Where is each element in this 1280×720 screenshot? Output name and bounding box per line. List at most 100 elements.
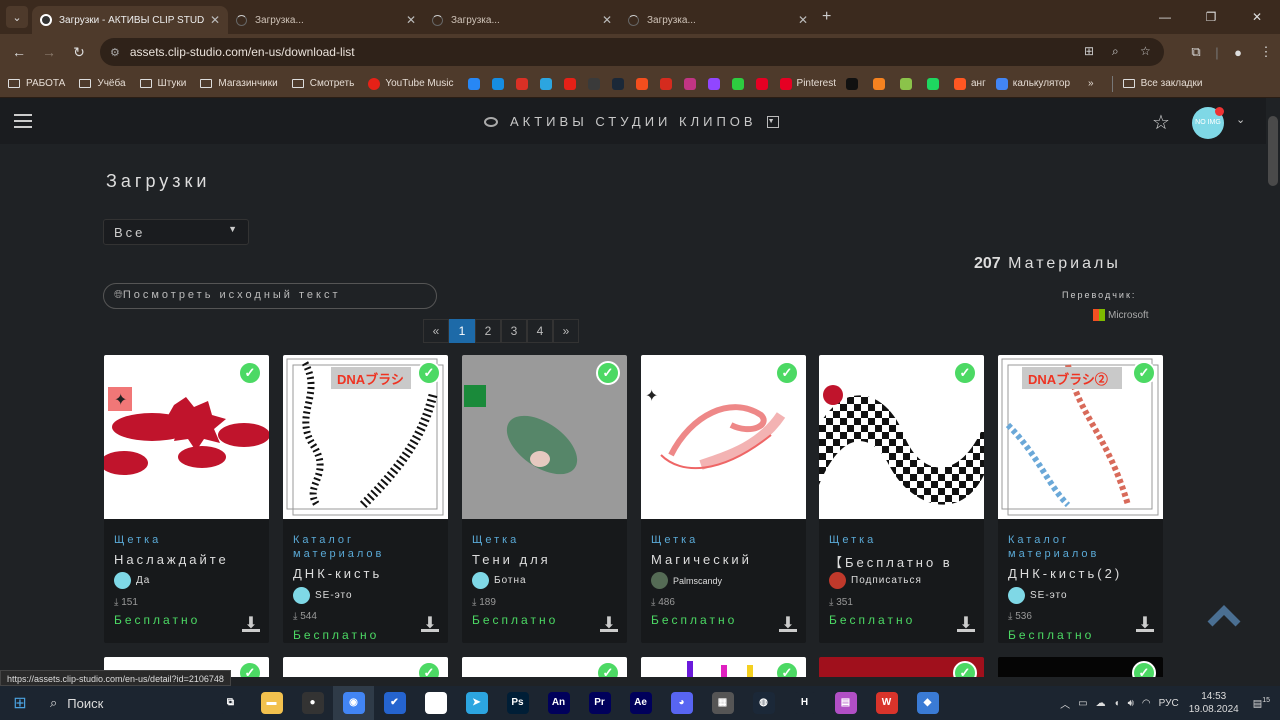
bookmark-star-icon[interactable]: ☆ <box>1140 44 1151 58</box>
steam-icon[interactable]: ◍ <box>743 686 784 720</box>
app-icon[interactable]: ◆ <box>907 686 948 720</box>
close-tab-icon[interactable]: ✕ <box>406 13 416 27</box>
close-tab-icon[interactable]: ✕ <box>798 13 808 27</box>
card-author[interactable]: SE-это <box>293 587 353 604</box>
card-author[interactable]: Palmscandy <box>651 572 722 589</box>
download-icon[interactable]: ⬇ <box>599 613 619 633</box>
material-card-partial[interactable]: ✓ <box>819 657 984 677</box>
windows-start-icon[interactable]: ⊞ <box>0 693 40 713</box>
zoom-icon[interactable]: ⌕ <box>1112 44 1119 59</box>
address-bar[interactable]: ⚙ assets.clip-studio.com/en-us/download-… <box>100 38 1164 66</box>
card-title[interactable]: Тени для <box>472 552 622 567</box>
film-icon[interactable]: ▦ <box>702 686 743 720</box>
material-card[interactable]: ✓ Щетка Тени для Ботна ⤓ 189 Бесплатно ⬇ <box>462 355 627 643</box>
app-icon[interactable] <box>731 77 744 90</box>
maximize-button[interactable]: ❐ <box>1188 0 1234 34</box>
download-icon[interactable]: ⬇ <box>956 613 976 633</box>
volume-icon[interactable]: 🔊︎ <box>1128 698 1134 709</box>
minimize-button[interactable]: — <box>1142 0 1188 34</box>
material-card-partial[interactable]: ✓ <box>641 657 806 677</box>
language-indicator[interactable]: РУС <box>1159 698 1179 709</box>
tab-search-button[interactable]: ⌄ <box>6 6 28 28</box>
material-card-partial[interactable]: ✓ <box>998 657 1163 677</box>
mic-icon[interactable]: ◖ <box>1114 698 1120 709</box>
page-4-button[interactable]: 4 <box>527 319 553 343</box>
card-title[interactable]: Магический <box>651 552 801 567</box>
bookmark-item[interactable] <box>846 77 863 90</box>
discord-icon[interactable]: ◕ <box>661 686 702 720</box>
tab-loading-1[interactable]: Загрузка... ✕ <box>228 6 424 34</box>
bookmark-item[interactable]: Pinterest <box>779 77 836 90</box>
card-title[interactable]: ДНК-кисть <box>293 566 443 581</box>
task-view-icon[interactable]: ⧉ <box>210 686 251 720</box>
figma-icon[interactable] <box>635 77 648 90</box>
next-page-button[interactable]: » <box>553 319 579 343</box>
bookmark-item[interactable] <box>900 77 917 90</box>
all-bookmarks-button[interactable]: Все закладки <box>1122 78 1202 89</box>
steam-icon[interactable] <box>611 77 624 90</box>
back-button[interactable]: ← <box>4 44 34 60</box>
animate-icon[interactable]: An <box>538 686 579 720</box>
notes-icon[interactable]: ▤ <box>825 686 866 720</box>
close-tab-icon[interactable]: ✕ <box>210 13 220 27</box>
telegram-icon[interactable]: ➤ <box>456 686 497 720</box>
card-author[interactable]: Ботна <box>472 572 527 589</box>
wifi-icon[interactable]: ◠ <box>1142 698 1151 709</box>
download-icon[interactable]: ⬇ <box>1135 613 1155 633</box>
material-card[interactable]: DNAブラシ ✓ Каталог материалов ДНК-кисть SE… <box>283 355 448 643</box>
close-window-button[interactable]: ✕ <box>1234 0 1280 34</box>
gmail-icon[interactable] <box>515 77 528 90</box>
material-card[interactable]: DNAブラシ② ✓ Каталог материалов ДНК-кисть(2… <box>998 355 1163 643</box>
card-title[interactable]: Наслаждайте <box>114 552 264 567</box>
download-icon[interactable]: ⬇ <box>420 613 440 633</box>
notification-center-icon[interactable]: ▤15 <box>1253 697 1270 709</box>
bookmark-item[interactable]: калькулятор <box>995 77 1070 90</box>
page-scrollbar[interactable] <box>1266 98 1280 670</box>
extensions-icon[interactable]: ⧉ <box>1182 44 1210 60</box>
user-avatar[interactable]: NO IMG <box>1192 107 1224 139</box>
chevron-down-icon[interactable]: ⌄ <box>1236 113 1245 126</box>
pinterest-icon[interactable] <box>755 77 768 90</box>
premiere-icon[interactable]: Pr <box>579 686 620 720</box>
vk-icon[interactable] <box>467 77 480 90</box>
chrome-icon[interactable]: ◉ <box>333 686 374 720</box>
tray-overflow-icon[interactable]: ︿ <box>1060 696 1070 711</box>
ru-flag-icon[interactable] <box>659 77 672 90</box>
material-card-partial[interactable]: ✓ <box>283 657 448 677</box>
explorer-icon[interactable]: ▬ <box>251 686 292 720</box>
card-author[interactable]: SE-это <box>1008 587 1068 604</box>
bookmark-folder[interactable]: РАБОТА <box>8 78 65 89</box>
tab-loading-2[interactable]: Загрузка... ✕ <box>424 6 620 34</box>
card-title[interactable]: ДНК-кисть(2) <box>1008 566 1158 581</box>
clock[interactable]: 14:53 19.08.2024 <box>1189 690 1239 716</box>
filter-select[interactable]: Все ▼ <box>103 219 249 245</box>
page-2-button[interactable]: 2 <box>475 319 501 343</box>
card-title[interactable]: 【Бесплатно в <box>829 552 979 571</box>
telegram-icon[interactable] <box>539 77 552 90</box>
more-bookmarks-button[interactable]: » <box>1088 78 1094 89</box>
youtube-icon[interactable] <box>563 77 576 90</box>
scroll-to-top-icon[interactable] <box>1206 604 1242 628</box>
tab-loading-3[interactable]: Загрузка... ✕ <box>620 6 816 34</box>
scrollbar-thumb[interactable] <box>1268 116 1278 186</box>
site-info-icon[interactable]: ⚙ <box>110 46 120 59</box>
play-icon[interactable] <box>587 77 600 90</box>
chevron-down-icon[interactable]: ▼ <box>766 115 779 128</box>
bookmark-folder[interactable]: Штуки <box>139 78 186 89</box>
bookmark-item[interactable] <box>873 77 890 90</box>
view-original-button[interactable]: 🌐︎Посмотреть исходный текст <box>103 283 437 309</box>
hamburger-menu-icon[interactable] <box>14 114 32 128</box>
network-icon[interactable]: ☁ <box>1096 698 1106 709</box>
bookmark-item[interactable] <box>927 77 944 90</box>
new-tab-button[interactable]: + <box>822 8 831 26</box>
profile-icon[interactable]: ● <box>1224 45 1252 60</box>
download-icon[interactable]: ⬇ <box>778 613 798 633</box>
material-card[interactable]: ✦ ✓ Щетка Наслаждайте Да ⤓ 151 Бесплатно… <box>104 355 269 643</box>
material-card[interactable]: ✓ Щетка 【Бесплатно в Подписаться ⤓ 351 Б… <box>819 355 984 643</box>
h-app-icon[interactable]: H <box>784 686 825 720</box>
material-card[interactable]: ✦ ✓ Щетка Магический Palmscandy ⤓ 486 Бе… <box>641 355 806 643</box>
close-tab-icon[interactable]: ✕ <box>602 13 612 27</box>
prev-page-button[interactable]: « <box>423 319 449 343</box>
clip-studio-icon[interactable]: ◎ <box>415 686 456 720</box>
after-effects-icon[interactable]: Ae <box>620 686 661 720</box>
